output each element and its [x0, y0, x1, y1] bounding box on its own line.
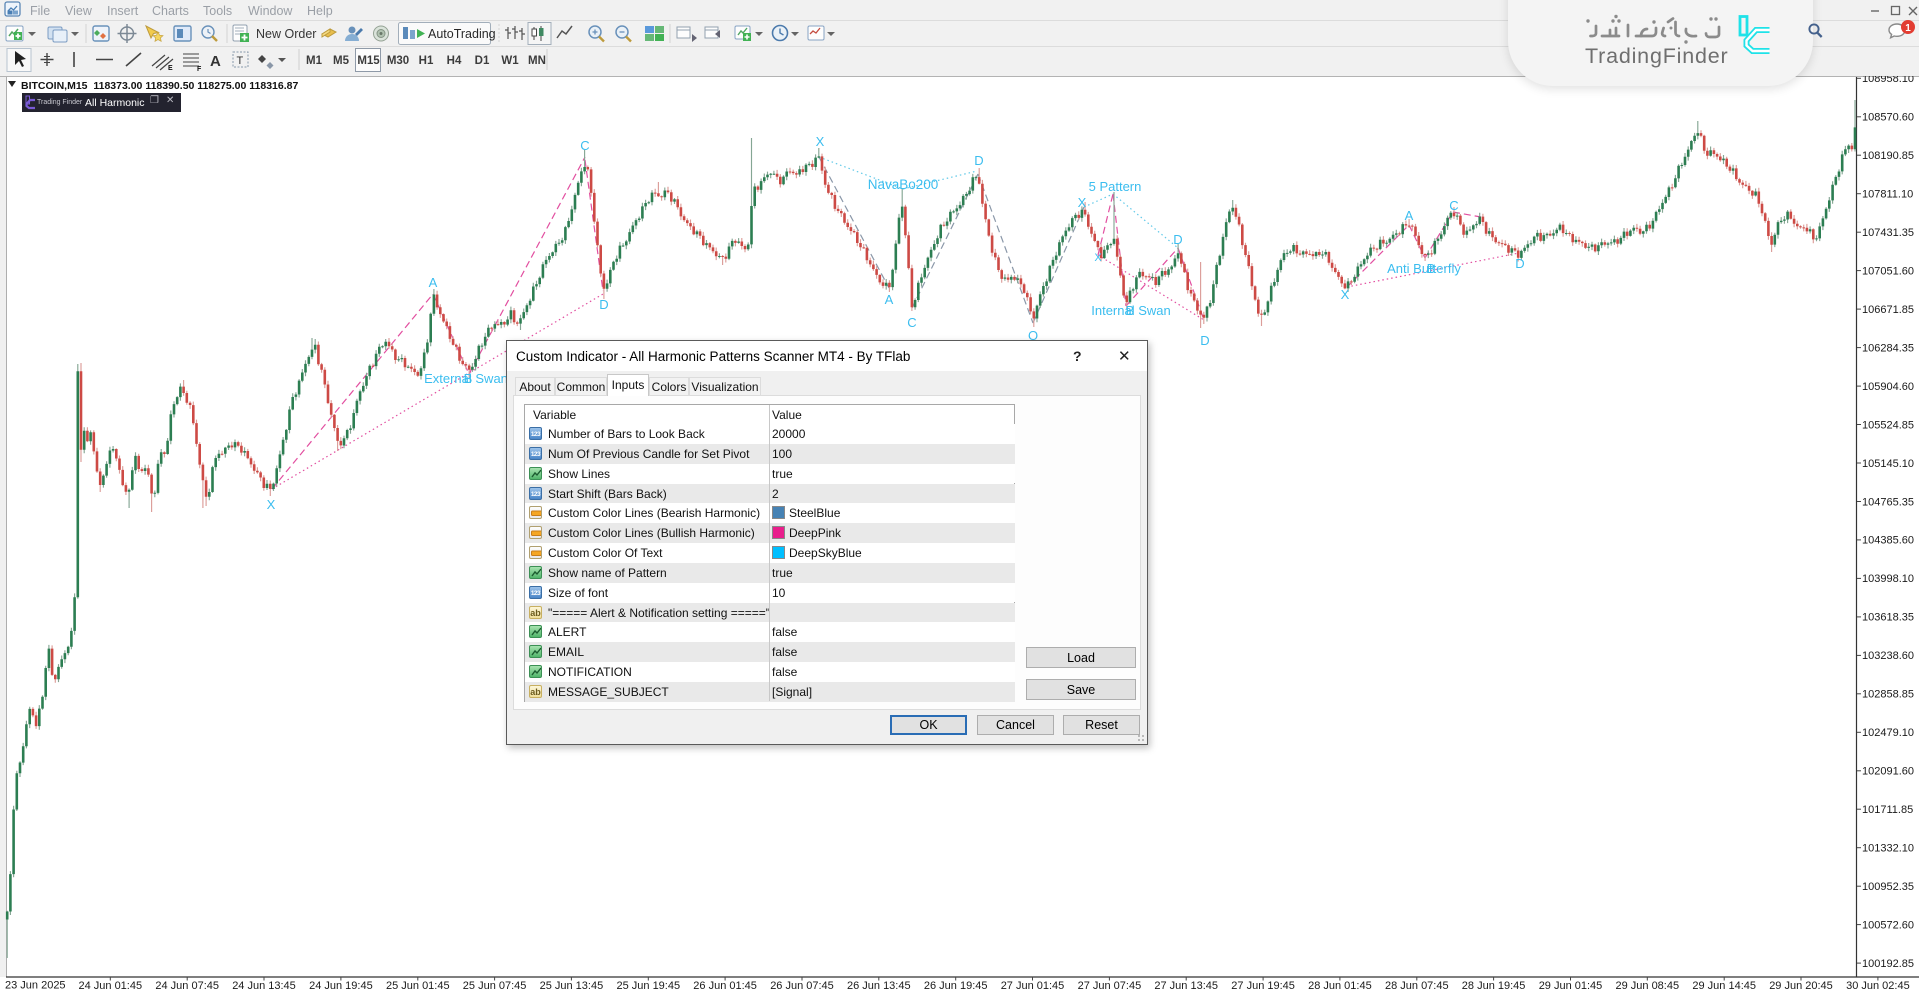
svg-text:101711.85: 101711.85 — [1862, 804, 1913, 816]
svg-text:26 Jun 13:45: 26 Jun 13:45 — [847, 980, 911, 992]
svg-text:C: C — [1449, 198, 1458, 213]
svg-text:A: A — [1405, 208, 1414, 223]
svg-text:25 Jun 01:45: 25 Jun 01:45 — [386, 980, 450, 992]
svg-text:26 Jun 19:45: 26 Jun 19:45 — [924, 980, 988, 992]
svg-text:B: B — [1427, 261, 1436, 276]
svg-text:100572.60: 100572.60 — [1862, 919, 1914, 931]
svg-text:25 Jun 13:45: 25 Jun 13:45 — [540, 980, 604, 992]
svg-text:1: 1 — [1905, 23, 1911, 34]
svg-text:TradingFinder: TradingFinder — [1585, 44, 1728, 68]
svg-text:104765.35: 104765.35 — [1862, 496, 1914, 508]
svg-text:5 Pattern: 5 Pattern — [1089, 179, 1142, 194]
svg-text:D: D — [974, 153, 983, 168]
svg-text:102091.60: 102091.60 — [1862, 766, 1914, 778]
svg-text:102479.10: 102479.10 — [1862, 727, 1914, 739]
svg-text:29 Jun 01:45: 29 Jun 01:45 — [1539, 980, 1603, 992]
svg-text:100192.85: 100192.85 — [1862, 958, 1914, 970]
svg-text:107431.35: 107431.35 — [1862, 227, 1914, 239]
svg-text:AutoTrading: AutoTrading — [428, 27, 496, 41]
svg-text:C: C — [580, 138, 589, 153]
svg-text:108190.85: 108190.85 — [1862, 150, 1914, 162]
svg-text:104385.60: 104385.60 — [1862, 535, 1914, 547]
svg-text:30 Jun 02:45: 30 Jun 02:45 — [1846, 980, 1910, 992]
svg-text:107051.60: 107051.60 — [1862, 265, 1914, 277]
svg-text:105145.10: 105145.10 — [1862, 458, 1914, 470]
svg-text:A: A — [885, 292, 894, 307]
svg-text:A: A — [429, 275, 438, 290]
svg-text:100952.35: 100952.35 — [1862, 881, 1914, 893]
svg-text:27 Jun 19:45: 27 Jun 19:45 — [1231, 980, 1295, 992]
svg-text:26 Jun 01:45: 26 Jun 01:45 — [693, 980, 757, 992]
svg-text:X: X — [1094, 252, 1102, 264]
svg-text:107811.10: 107811.10 — [1862, 189, 1913, 201]
svg-text:B: B — [1126, 303, 1135, 318]
svg-text:28 Jun 19:45: 28 Jun 19:45 — [1462, 980, 1526, 992]
svg-text:29 Jun 20:45: 29 Jun 20:45 — [1769, 980, 1833, 992]
svg-text:X: X — [1341, 287, 1350, 302]
svg-text:X: X — [816, 134, 825, 149]
svg-text:27 Jun 13:45: 27 Jun 13:45 — [1154, 980, 1218, 992]
svg-text:108570.60: 108570.60 — [1862, 112, 1914, 124]
svg-text:X: X — [1078, 195, 1087, 210]
svg-text:28 Jun 01:45: 28 Jun 01:45 — [1308, 980, 1372, 992]
svg-text:103238.60: 103238.60 — [1862, 650, 1914, 662]
svg-text:Anti Butterfly: Anti Butterfly — [1387, 261, 1461, 276]
svg-text:101332.10: 101332.10 — [1862, 843, 1914, 855]
svg-text:25 Jun 19:45: 25 Jun 19:45 — [616, 980, 680, 992]
svg-text:D: D — [1173, 232, 1182, 247]
svg-text:29 Jun 08:45: 29 Jun 08:45 — [1615, 980, 1679, 992]
svg-text:28 Jun 07:45: 28 Jun 07:45 — [1385, 980, 1449, 992]
svg-text:105524.85: 105524.85 — [1862, 419, 1914, 431]
svg-text:New Order: New Order — [256, 27, 316, 41]
svg-text:29 Jun 14:45: 29 Jun 14:45 — [1692, 980, 1756, 992]
svg-text:24 Jun 01:45: 24 Jun 01:45 — [78, 980, 142, 992]
svg-text:24 Jun 13:45: 24 Jun 13:45 — [232, 980, 296, 992]
svg-text:106671.85: 106671.85 — [1862, 304, 1914, 316]
svg-text:103998.10: 103998.10 — [1862, 573, 1914, 585]
svg-text:B: B — [464, 371, 473, 386]
svg-text:25 Jun 07:45: 25 Jun 07:45 — [463, 980, 527, 992]
svg-text:C: C — [907, 315, 916, 330]
svg-text:103618.35: 103618.35 — [1862, 612, 1914, 624]
svg-text:27 Jun 01:45: 27 Jun 01:45 — [1001, 980, 1065, 992]
svg-text:D: D — [1515, 256, 1524, 271]
svg-text:24 Jun 19:45: 24 Jun 19:45 — [309, 980, 373, 992]
svg-text:26 Jun 07:45: 26 Jun 07:45 — [770, 980, 834, 992]
svg-text:NavaBo200: NavaBo200 — [868, 177, 939, 192]
svg-text:106284.35: 106284.35 — [1862, 342, 1914, 354]
svg-text:X: X — [267, 497, 276, 512]
svg-text:27 Jun 07:45: 27 Jun 07:45 — [1078, 980, 1142, 992]
svg-text:D: D — [599, 297, 608, 312]
svg-text:23 Jun 2025: 23 Jun 2025 — [5, 980, 66, 992]
svg-text:D: D — [1200, 333, 1209, 348]
svg-text:102858.85: 102858.85 — [1862, 689, 1914, 701]
svg-text:105904.60: 105904.60 — [1862, 381, 1914, 393]
svg-text:24 Jun 07:45: 24 Jun 07:45 — [155, 980, 219, 992]
